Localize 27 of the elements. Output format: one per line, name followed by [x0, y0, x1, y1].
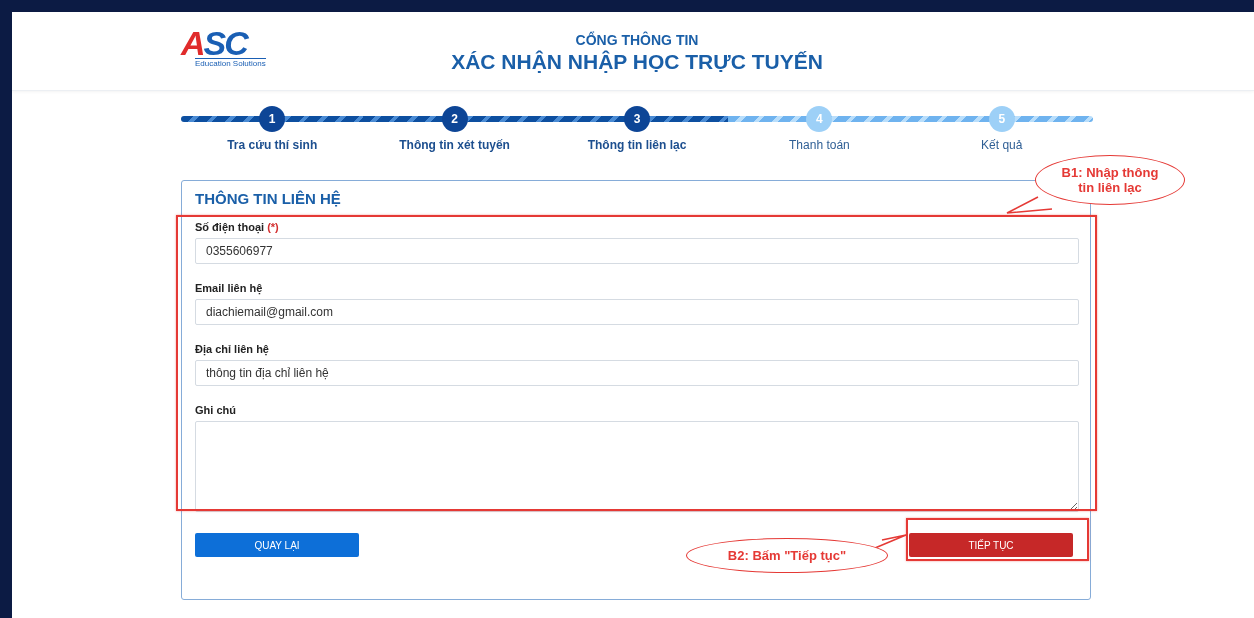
callout: B1: Nhập thông tin liên lạc: [1035, 155, 1185, 205]
step-number: 4: [806, 106, 833, 132]
field-label: Ghi chú: [195, 404, 237, 416]
field-label: Địa chỉ liên hệ: [195, 343, 270, 355]
step-label: Kết quả: [981, 138, 1023, 152]
portal-subtitle: CỔNG THÔNG TIN: [575, 32, 699, 48]
step-number: 3: [624, 106, 650, 132]
step-number: 1: [259, 106, 286, 132]
input-field[interactable]: diachiemail@gmail.com: [195, 299, 1079, 325]
callout: B2: Bấm "Tiếp tục": [686, 538, 888, 573]
step-label: Thông tin xét tuyến: [399, 138, 510, 152]
logo-tagline: Education Solutions: [195, 58, 266, 68]
step-number: 5: [988, 106, 1015, 132]
portal-title: XÁC NHẬN NHẬP HỌC TRỰC TUYẾN: [451, 50, 823, 74]
step-number: 2: [441, 106, 468, 132]
section-title: THÔNG TIN LIÊN HỆ: [195, 190, 341, 207]
note-field[interactable]: [195, 421, 1079, 512]
step-label: Tra cứu thí sinh: [227, 138, 318, 152]
input-field[interactable]: thông tin địa chỉ liên hệ: [195, 360, 1079, 386]
field-label: Email liên hệ: [195, 282, 264, 294]
field-label: Số điện thoại (*): [195, 221, 280, 233]
input-field[interactable]: 0355606977: [195, 238, 1079, 264]
step-label: Thông tin liên lạc: [587, 138, 687, 152]
next-button[interactable]: TIẾP TỤC: [909, 533, 1073, 557]
back-button[interactable]: QUAY LẠI: [195, 533, 359, 557]
step-label: Thanh toán: [789, 138, 850, 152]
logo: ASC: [181, 28, 247, 58]
